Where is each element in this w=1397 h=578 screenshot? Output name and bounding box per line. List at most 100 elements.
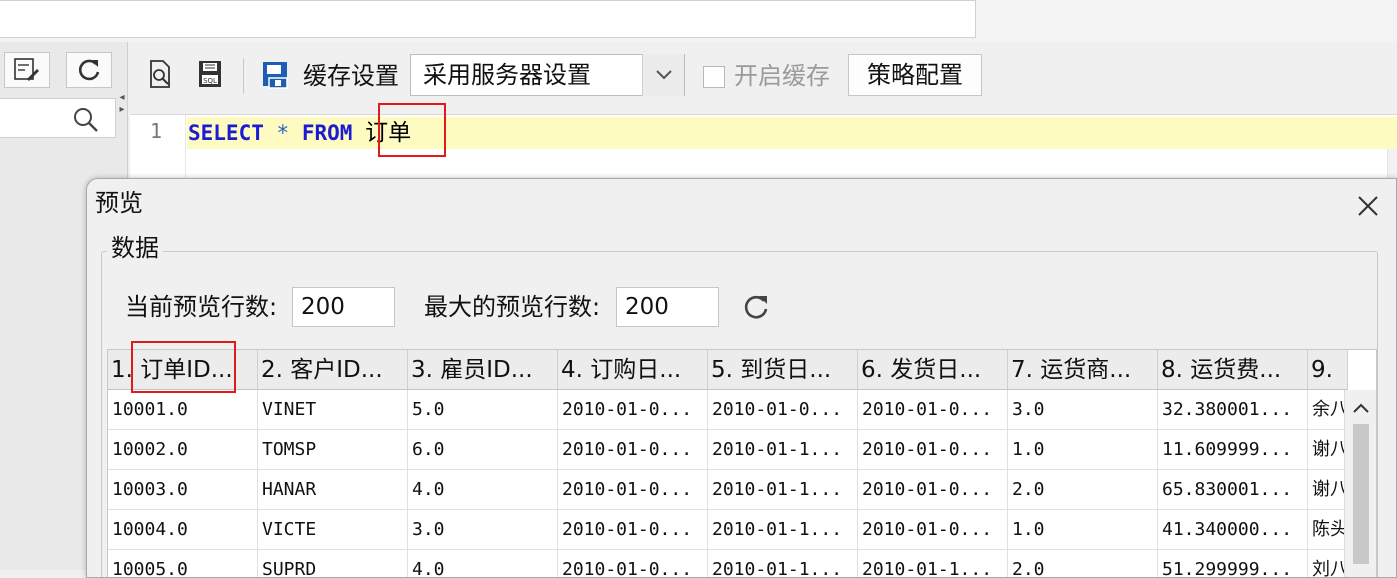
scroll-up-icon: ◂	[119, 92, 125, 103]
table-cell[interactable]: 4.0	[408, 470, 558, 510]
table-cell[interactable]: 2.0	[1008, 550, 1158, 577]
edit-table-icon	[14, 58, 39, 81]
scroll-up-button[interactable]	[1345, 394, 1376, 422]
table-cell[interactable]: 2010-01-1...	[708, 550, 858, 577]
refresh-preview-button[interactable]	[737, 287, 777, 327]
edit-dataset-button[interactable]	[4, 52, 50, 88]
table-cell[interactable]: 2.0	[1008, 470, 1158, 510]
strategy-config-button[interactable]: 策略配置	[848, 54, 982, 96]
column-header[interactable]: 7. 运货商...	[1008, 350, 1158, 390]
table-cell[interactable]: 1.0	[1008, 510, 1158, 550]
cache-settings-label: 缓存设置	[303, 62, 399, 90]
table-cell[interactable]: 2010-01-1...	[708, 430, 858, 470]
sql-toolbar: SQL 缓存设置 采用服务器设置 开启缓存 策略配置	[130, 48, 1397, 104]
table-cell[interactable]: 32.380001...	[1158, 390, 1308, 430]
column-header[interactable]: 5. 到货日...	[708, 350, 858, 390]
top-input-field[interactable]	[0, 0, 976, 38]
table-cell[interactable]: SUPRD	[258, 550, 408, 577]
table-cell[interactable]: 余八	[1308, 390, 1348, 430]
table-cell[interactable]: 2010-01-0...	[858, 390, 1008, 430]
table-cell[interactable]: 谢八	[1308, 430, 1348, 470]
data-group-title: 数据	[107, 233, 163, 263]
sql-keyword-from: FROM	[301, 121, 353, 145]
preview-dialog: 预览 数据 当前预览行数: 200 最大的预览行数: 200 1. 订单ID..…	[86, 178, 1397, 578]
chevron-down-icon	[655, 70, 672, 80]
table-cell[interactable]: 2010-01-0...	[558, 510, 708, 550]
column-header[interactable]: 6. 发货日...	[858, 350, 1008, 390]
toolbar-separator	[243, 58, 244, 94]
cache-icon-button[interactable]	[256, 54, 296, 94]
dialog-title: 预览	[95, 189, 143, 217]
preview-button[interactable]	[140, 54, 180, 94]
table-cell[interactable]: 41.340000...	[1158, 510, 1308, 550]
table-cell[interactable]: 6.0	[408, 430, 558, 470]
line-number: 1	[149, 119, 163, 143]
table-cell[interactable]: 陈头	[1308, 510, 1348, 550]
refresh-icon	[744, 295, 768, 319]
table-cell[interactable]: 2010-01-0...	[708, 390, 858, 430]
table-cell[interactable]: 2010-01-0...	[558, 470, 708, 510]
table-cell[interactable]: 3.0	[1008, 390, 1158, 430]
table-cell[interactable]: 4.0	[408, 550, 558, 577]
table-cell[interactable]: 10002.0	[108, 430, 258, 470]
table-cell[interactable]: 2010-01-0...	[858, 430, 1008, 470]
chevron-up-icon	[1353, 403, 1369, 413]
table-cell[interactable]: 2010-01-1...	[708, 470, 858, 510]
table-cell[interactable]: 2010-01-0...	[858, 510, 1008, 550]
table-cell[interactable]: 2010-01-0...	[558, 390, 708, 430]
table-cell[interactable]: 10003.0	[108, 470, 258, 510]
table-cell[interactable]: 2010-01-0...	[858, 470, 1008, 510]
table-scrollbar[interactable]	[1344, 390, 1376, 577]
table-cell[interactable]: HANAR	[258, 470, 408, 510]
table-cell[interactable]: 1.0	[1008, 430, 1158, 470]
close-icon	[1358, 196, 1378, 216]
table-cell[interactable]: 3.0	[408, 510, 558, 550]
column-header[interactable]: 9.	[1308, 350, 1348, 390]
preview-doc-icon	[150, 60, 170, 88]
save-cache-icon	[263, 62, 288, 89]
table-cell[interactable]: 10005.0	[108, 550, 258, 577]
svg-text:SQL: SQL	[203, 77, 217, 85]
current-rows-label: 当前预览行数:	[125, 293, 278, 321]
table-cell[interactable]: VICTE	[258, 510, 408, 550]
table-cell[interactable]: 65.830001...	[1158, 470, 1308, 510]
table-cell[interactable]: 2010-01-0...	[558, 430, 708, 470]
column-header[interactable]: 4. 订购日...	[558, 350, 708, 390]
table-cell[interactable]: VINET	[258, 390, 408, 430]
refresh-icon	[78, 59, 100, 81]
column-header[interactable]: 2. 客户ID...	[258, 350, 408, 390]
enable-cache-checkbox[interactable]	[703, 66, 725, 88]
table-name-highlight-box	[378, 103, 446, 157]
current-rows-input[interactable]: 200	[292, 287, 395, 327]
column-header[interactable]: 8. 运货费...	[1158, 350, 1308, 390]
dataset-search-input[interactable]	[0, 98, 116, 138]
sql-keyword-select: SELECT	[188, 121, 264, 145]
sql-file-icon: SQL	[199, 61, 221, 87]
enable-cache-label: 开启缓存	[734, 62, 830, 90]
max-rows-input[interactable]: 200	[616, 287, 719, 327]
table-cell[interactable]: 刘八	[1308, 550, 1348, 577]
table-cell[interactable]: 2010-01-0...	[558, 550, 708, 577]
scroll-down-icon: ▸	[119, 104, 125, 115]
table-cell[interactable]: 10004.0	[108, 510, 258, 550]
order-id-highlight-box	[131, 341, 236, 393]
preview-table: 1. 订单ID... 2. 客户ID... 3. 雇员ID... 4. 订购日... 5…	[107, 349, 1377, 577]
search-icon	[74, 108, 98, 132]
table-cell[interactable]: 2010-01-1...	[858, 550, 1008, 577]
sql-button[interactable]: SQL	[190, 54, 230, 94]
cache-select-dropdown[interactable]	[642, 54, 684, 96]
max-rows-label: 最大的预览行数:	[424, 293, 601, 321]
table-cell[interactable]: TOMSP	[258, 430, 408, 470]
sql-star: *	[276, 121, 290, 145]
left-scroll-arrows[interactable]: ◂ ▸	[116, 92, 128, 132]
table-cell[interactable]: 5.0	[408, 390, 558, 430]
close-button[interactable]	[1351, 189, 1385, 223]
table-cell[interactable]: 51.299999...	[1158, 550, 1308, 577]
scrollbar-thumb[interactable]	[1353, 424, 1369, 564]
column-header[interactable]: 3. 雇员ID...	[408, 350, 558, 390]
table-cell[interactable]: 10001.0	[108, 390, 258, 430]
table-cell[interactable]: 11.609999...	[1158, 430, 1308, 470]
refresh-list-button[interactable]	[66, 52, 112, 88]
table-cell[interactable]: 2010-01-1...	[708, 510, 858, 550]
table-cell[interactable]: 谢八	[1308, 470, 1348, 510]
